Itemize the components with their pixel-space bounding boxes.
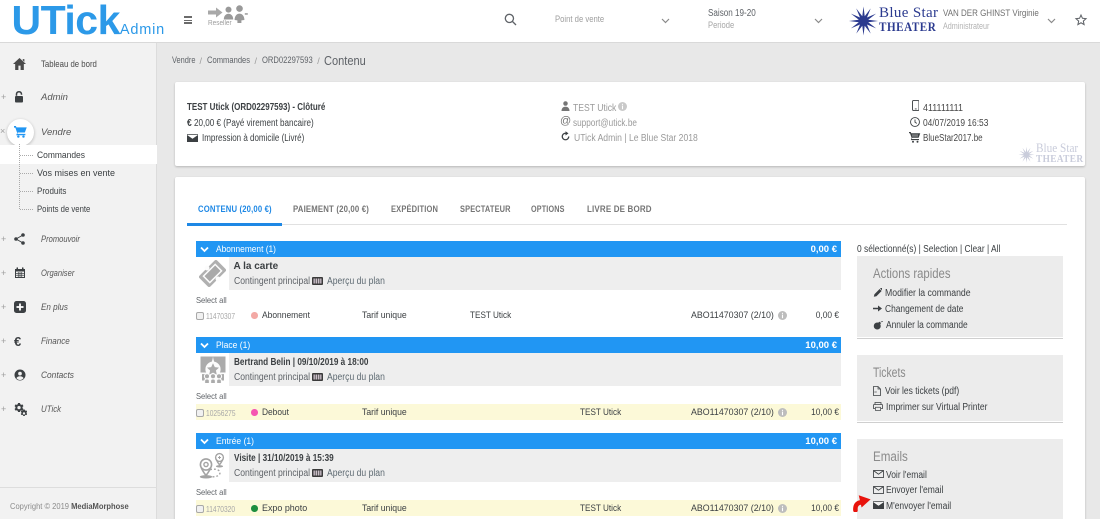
svg-text:α: α — [874, 390, 876, 394]
